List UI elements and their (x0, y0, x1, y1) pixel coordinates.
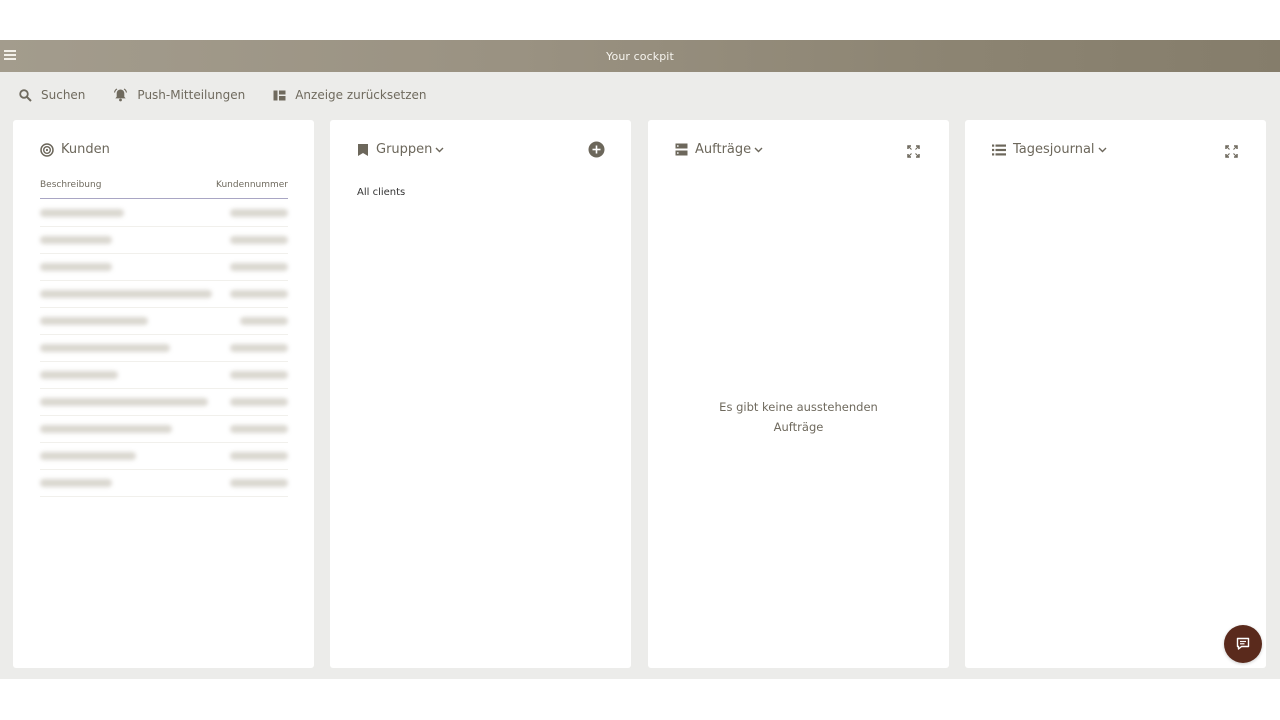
redacted-customer-number (230, 398, 288, 406)
group-item-all-clients[interactable]: All clients (357, 187, 405, 198)
redacted-customer-number (230, 236, 288, 244)
chevron-down-icon (435, 147, 444, 152)
bell-icon (114, 88, 128, 102)
tagesjournal-header[interactable]: Tagesjournal (992, 142, 1114, 157)
toolbar: Suchen Push-Mitteilungen Anzeige zurücks… (0, 72, 1280, 118)
column-header-customer-number[interactable]: Kundennummer (216, 180, 288, 198)
redacted-customer-number (230, 290, 288, 298)
server-icon (675, 143, 688, 156)
empty-state-line-2: Aufträge (773, 419, 824, 434)
tagesjournal-panel: Tagesjournal (965, 120, 1266, 668)
kunden-table-header: Beschreibung Kundennummer (40, 180, 288, 199)
chat-button[interactable] (1224, 625, 1262, 663)
auftraege-header[interactable]: Aufträge (675, 142, 770, 157)
empty-state-line-1: Es gibt keine ausstehenden (719, 400, 878, 414)
target-icon (40, 142, 54, 157)
redacted-customer-number (230, 425, 288, 433)
kunden-table-body (40, 200, 288, 497)
column-header-description[interactable]: Beschreibung (40, 180, 101, 198)
gruppen-panel: Gruppen All clients (330, 120, 631, 668)
fullscreen-icon (907, 145, 920, 158)
menu-icon[interactable] (4, 50, 16, 61)
expand-tagesjournal-button[interactable] (1225, 143, 1238, 162)
search-button[interactable]: Suchen (19, 88, 85, 102)
table-row[interactable] (40, 362, 288, 389)
push-notifications-button[interactable]: Push-Mitteilungen (113, 88, 245, 102)
fullscreen-icon (1225, 145, 1238, 158)
kunden-title: Kunden (61, 142, 110, 157)
app-shell: Your cockpit Suchen Push-Mitteilungen An… (0, 40, 1280, 679)
list-icon (992, 144, 1006, 155)
kunden-panel: Kunden Beschreibung Kundennummer (13, 120, 314, 668)
redacted-description (40, 452, 136, 460)
reset-label: Anzeige zurücksetzen (295, 88, 427, 102)
auftraege-panel: Aufträge Es gibt keine ausstehenden Auft… (648, 120, 949, 668)
search-icon (19, 88, 32, 102)
table-row[interactable] (40, 227, 288, 254)
table-row[interactable] (40, 416, 288, 443)
redacted-customer-number (230, 344, 288, 352)
reset-view-button[interactable]: Anzeige zurücksetzen (273, 88, 426, 102)
search-label: Suchen (41, 88, 86, 102)
bookmark-icon (358, 143, 368, 156)
redacted-description (40, 290, 212, 298)
table-row[interactable] (40, 254, 288, 281)
add-group-button[interactable] (588, 141, 605, 162)
gruppen-title: Gruppen (376, 142, 433, 157)
expand-auftraege-button[interactable] (907, 143, 920, 162)
kunden-header: Kunden (40, 142, 110, 157)
empty-state-message: Es gibt keine ausstehenden Aufträge (648, 398, 949, 437)
table-row[interactable] (40, 470, 288, 497)
redacted-customer-number (230, 371, 288, 379)
table-row[interactable] (40, 281, 288, 308)
redacted-customer-number (230, 479, 288, 487)
top-bar: Your cockpit (0, 40, 1280, 72)
table-row[interactable] (40, 389, 288, 416)
redacted-description (40, 479, 112, 487)
add-circle-icon (588, 141, 605, 158)
redacted-description (40, 371, 118, 379)
redacted-customer-number (230, 209, 288, 217)
redacted-description (40, 425, 172, 433)
chat-icon (1236, 637, 1250, 650)
redacted-customer-number (240, 317, 288, 325)
redacted-description (40, 398, 208, 406)
push-label: Push-Mitteilungen (137, 88, 246, 102)
redacted-description (40, 317, 148, 325)
auftraege-title: Aufträge (695, 142, 752, 157)
redacted-description (40, 236, 112, 244)
tagesjournal-title: Tagesjournal (1013, 142, 1095, 157)
chevron-down-icon (754, 147, 763, 152)
chevron-down-icon (1098, 147, 1107, 152)
redacted-customer-number (230, 452, 288, 460)
table-row[interactable] (40, 443, 288, 470)
table-row[interactable] (40, 200, 288, 227)
redacted-description (40, 344, 170, 352)
table-row[interactable] (40, 335, 288, 362)
redacted-description (40, 209, 124, 217)
table-row[interactable] (40, 308, 288, 335)
redacted-description (40, 263, 112, 271)
redacted-customer-number (230, 263, 288, 271)
gruppen-header[interactable]: Gruppen (357, 142, 451, 157)
dashboard-icon (273, 90, 286, 100)
page-title: Your cockpit (606, 49, 674, 63)
